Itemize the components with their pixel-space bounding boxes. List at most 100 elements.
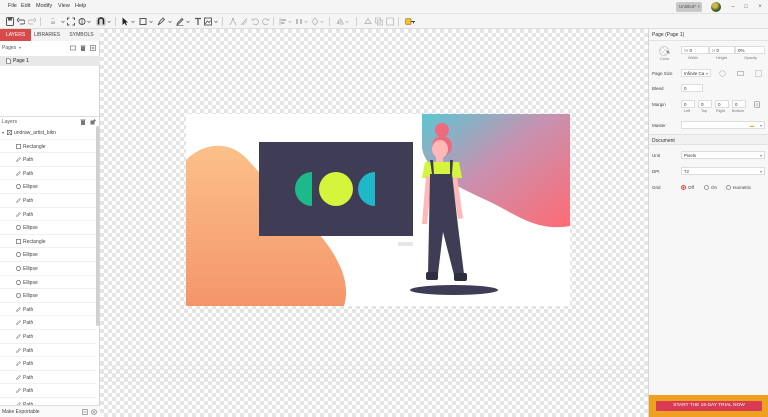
trash-icon[interactable] [80,45,86,53]
make-exportable-label[interactable]: Make Exportable [2,409,40,415]
layer-row[interactable]: Ellipse [0,248,96,262]
unit-select[interactable]: Pixels ▾ [681,151,765,159]
dpi-select[interactable]: 72 ▾ [681,167,765,175]
margin-top-field[interactable]: 0 [698,100,712,108]
resize-page-icon[interactable] [755,70,762,79]
node-tool-icon[interactable] [229,17,237,26]
menu-view[interactable]: View [58,3,70,9]
margin-bottom-field[interactable]: 0 [732,100,746,108]
layer-row[interactable]: Path [0,167,96,181]
image-tool-icon[interactable] [204,17,212,26]
landscape-icon[interactable] [737,70,744,79]
grid-isometric-radio[interactable] [726,185,731,190]
fit-screen-icon[interactable] [67,17,75,26]
master-select[interactable]: ▬ ▾ [681,121,765,129]
rectangle-tool-icon[interactable] [139,17,147,26]
layer-row[interactable]: Path [0,194,96,208]
layer-row[interactable]: Path [0,208,96,222]
menu-help[interactable]: Help [75,3,86,9]
close-window-button[interactable]: × [755,2,765,12]
grid-on-radio[interactable] [704,185,709,190]
layer-row[interactable]: Path [0,303,96,317]
pen-tool-icon[interactable] [157,17,165,26]
page-list-item[interactable]: Page 1 [0,56,100,66]
margin-right-field[interactable]: 0 [715,100,729,108]
chevron-down-icon[interactable] [186,17,190,26]
align-icon[interactable] [279,17,287,26]
flip-icon[interactable] [336,17,344,26]
export-settings-icon[interactable] [82,409,88,417]
chevron-down-icon[interactable]: ▾ [19,45,21,50]
add-export-icon[interactable] [91,409,97,417]
pan-tool-icon[interactable] [78,17,86,26]
redo-icon[interactable] [28,17,36,26]
canvas-horizontal-scroll[interactable] [100,364,648,382]
layer-row[interactable]: Path [0,316,96,330]
zoom-display[interactable]: − 50 [46,17,60,26]
layer-row[interactable]: Path [0,330,96,344]
page-size-select[interactable]: Infinite Ca ▾ [681,69,711,77]
layer-group-row[interactable]: ▾ undraw_artist_bikn [0,126,96,140]
mask-icon[interactable] [386,17,394,26]
bleed-field[interactable]: 0 [681,84,703,92]
portrait-icon[interactable] [719,70,726,79]
tab-layers[interactable]: LAYERS [0,29,31,41]
chevron-down-icon[interactable] [131,17,135,26]
link-margins-icon[interactable] [754,101,760,110]
layer-row[interactable]: Ellipse [0,221,96,235]
eyedropper-icon[interactable]: ✎ [666,50,670,56]
layer-row[interactable]: Ellipse [0,276,96,290]
pointer-tool-icon[interactable] [121,17,129,26]
chevron-down-icon[interactable] [214,17,218,26]
chevron-down-icon[interactable]: ▾ [2,130,4,135]
grid-off-radio[interactable] [681,185,686,190]
text-tool-icon[interactable] [194,17,202,26]
start-trial-button[interactable]: START THE 15-DAY TRIAL NOW [656,401,762,411]
maximize-button[interactable]: □ [741,2,751,12]
boolean-icon[interactable] [375,17,383,26]
chevron-down-icon[interactable] [304,17,308,26]
group-icon[interactable] [364,17,372,26]
chevron-down-icon[interactable] [107,17,111,26]
menu-edit[interactable]: Edit [21,3,30,9]
distribute-icon[interactable] [295,17,303,26]
chevron-down-icon[interactable] [345,17,349,26]
export-key-icon[interactable] [405,17,416,26]
minimize-button[interactable]: – [728,2,738,12]
page-settings-icon[interactable] [70,45,76,53]
layer-scrollbar[interactable] [96,126,99,326]
layer-row[interactable]: Rectangle [0,140,96,154]
layer-row[interactable]: Path [0,384,96,398]
opacity-field[interactable]: 0% [735,46,765,54]
chevron-down-icon[interactable] [61,17,65,26]
chevron-down-icon[interactable] [168,17,172,26]
arrange-icon[interactable] [311,17,319,26]
margin-left-field[interactable]: 0 [681,100,695,108]
layer-row[interactable]: Ellipse [0,262,96,276]
close-tab-icon[interactable]: × [697,4,700,9]
rotate-right-icon[interactable] [262,17,270,26]
layer-row[interactable]: Ellipse [0,289,96,303]
artboard[interactable] [186,114,570,306]
menu-file[interactable]: File [8,3,17,9]
canvas[interactable] [100,29,648,417]
undo-icon[interactable] [17,17,25,26]
layer-row[interactable]: Path [0,357,96,371]
save-icon[interactable] [6,17,14,26]
knife-tool-icon[interactable] [240,17,248,26]
tab-symbols[interactable]: SYMBOLS [63,29,100,41]
menu-modify[interactable]: Modify [36,3,52,9]
height-field[interactable]: H 0 [709,46,735,54]
rotate-left-icon[interactable] [251,17,259,26]
chevron-down-icon[interactable] [149,17,153,26]
layer-row[interactable]: Path [0,371,96,385]
chevron-down-icon[interactable] [87,17,91,26]
pencil-tool-icon[interactable] [176,17,184,26]
layer-row[interactable]: Rectangle [0,235,96,249]
layer-row[interactable]: Ellipse [0,180,96,194]
width-field[interactable]: W 0 [681,46,709,54]
chevron-down-icon[interactable] [288,17,292,26]
chevron-down-icon[interactable] [320,17,324,26]
layer-row[interactable]: Path [0,153,96,167]
document-tab[interactable]: Untitled* × [676,2,702,12]
